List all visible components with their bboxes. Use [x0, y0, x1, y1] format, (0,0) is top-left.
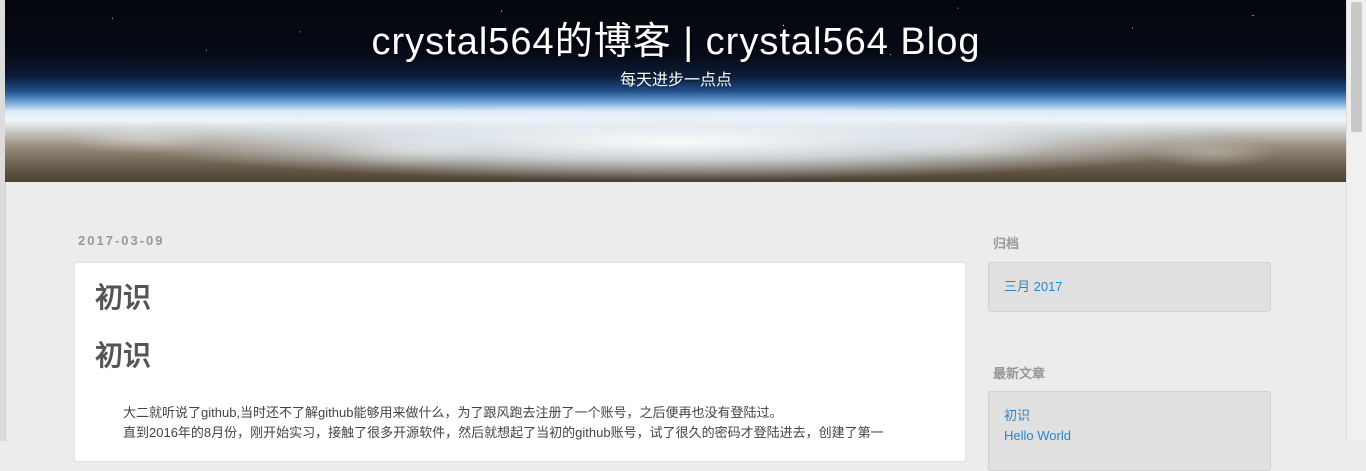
scrollbar-thumb[interactable] — [1351, 2, 1362, 132]
vertical-scrollbar[interactable] — [1346, 0, 1366, 441]
site-title[interactable]: crystal564的博客 | crystal564 Blog — [5, 10, 1347, 65]
post-date: 2017-03-09 — [78, 233, 165, 248]
archive-widget: 三月 2017 — [988, 262, 1271, 312]
post-paragraph: 大二就听说了github,当时还不了解github能够用来做什么，为了跟风跑去注… — [123, 405, 783, 420]
recent-posts-widget: 初识 Hello World — [988, 391, 1271, 471]
site-subtitle: 每天进步一点点 — [619, 72, 732, 89]
recent-posts-widget-title: 最新文章 — [993, 366, 1046, 381]
post-heading: 初识 — [95, 340, 152, 371]
post-body: 大二就听说了github,当时还不了解github能够用来做什么，为了跟风跑去注… — [95, 403, 945, 443]
recent-post-link[interactable]: Hello World — [1004, 426, 1255, 446]
post-title[interactable]: 初识 — [95, 279, 945, 317]
post-paragraph: 直到2016年的8月份，刚开始实习，接触了很多开源软件，然后就想起了当初的git… — [123, 425, 884, 440]
archive-widget-title: 归档 — [993, 236, 1020, 251]
site-header-banner: crystal564的博客 | crystal564 Blog 每天进步一点点 — [5, 0, 1347, 182]
archive-link-march-2017[interactable]: 三月 2017 — [1004, 277, 1255, 297]
banner-clouds — [5, 110, 1347, 182]
post-article: 初识 初识 大二就听说了github,当时还不了解github能够用来做什么，为… — [74, 262, 966, 462]
recent-post-link[interactable]: 初识 — [1004, 406, 1255, 426]
